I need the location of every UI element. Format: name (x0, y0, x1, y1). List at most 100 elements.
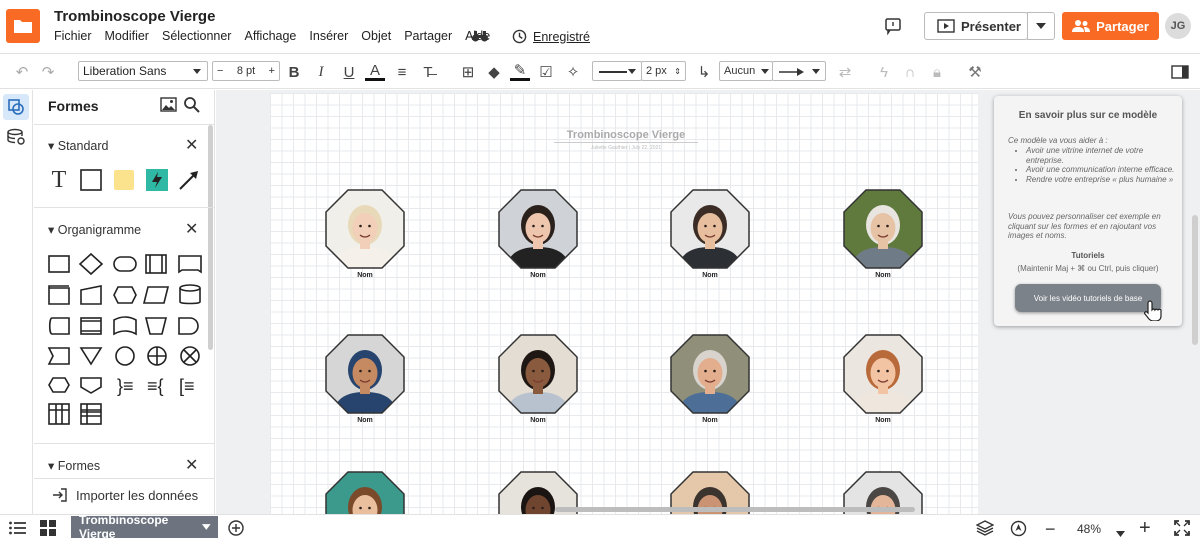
text-shape-icon[interactable]: T (48, 167, 70, 193)
person-name-label[interactable]: Nom (498, 272, 578, 279)
close-icon[interactable]: ✕ (185, 135, 198, 155)
navigation-icon[interactable] (1010, 520, 1027, 542)
redo-icon[interactable]: ↷ (38, 62, 58, 82)
canvas-scrollbar[interactable] (555, 507, 915, 512)
font-family-select[interactable]: Liberation Sans (78, 61, 208, 81)
section-standard[interactable]: ▾ Standard (48, 138, 108, 153)
person-name-label[interactable]: Nom (498, 417, 578, 424)
font-size-decrease[interactable]: − (217, 65, 223, 77)
data-tab-icon[interactable] (6, 127, 26, 152)
underline-icon[interactable]: U (339, 62, 359, 82)
person-name-label[interactable]: Nom (843, 272, 923, 279)
magnet-icon[interactable]: ∩ (900, 62, 920, 82)
menu-modifier[interactable]: Modifier (105, 29, 149, 43)
undo-icon[interactable]: ↶ (12, 62, 32, 82)
person-card[interactable]: Nom (843, 189, 923, 279)
portrait-photo[interactable] (498, 334, 578, 414)
portrait-photo[interactable] (670, 189, 750, 269)
line-start-select[interactable]: Aucun (719, 61, 773, 81)
person-name-label[interactable]: Nom (670, 417, 750, 424)
person-name-label[interactable]: Nom (325, 272, 405, 279)
zoom-value[interactable]: 48% (1077, 522, 1101, 536)
align-icon[interactable]: ≡ (392, 62, 412, 82)
panel-toggle-icon[interactable] (1170, 62, 1190, 82)
swap-icon[interactable]: ⇄ (835, 62, 855, 82)
wrench-icon[interactable]: ⚒ (965, 62, 985, 82)
grid-view-icon[interactable] (40, 520, 56, 541)
binoculars-icon[interactable] (471, 29, 489, 48)
person-card[interactable]: Nom (843, 334, 923, 424)
arrow-line-icon[interactable] (178, 169, 200, 191)
menu-fichier[interactable]: Fichier (54, 29, 92, 43)
action-shape-icon[interactable] (146, 169, 168, 191)
close-icon[interactable]: ✕ (185, 219, 198, 239)
flowchart-shape-grid[interactable]: }≡ ≡{ [≡ (44, 252, 209, 432)
line-style-select[interactable] (592, 61, 642, 81)
document-title[interactable]: Trombinoscope Vierge (54, 8, 215, 25)
menu-affichage[interactable]: Affichage (244, 29, 296, 43)
lock-icon[interactable]: 🔒︎ (927, 62, 947, 82)
person-card[interactable]: Nom (325, 471, 405, 514)
line-end-select[interactable] (772, 61, 826, 81)
zoom-in-button[interactable]: + (1139, 517, 1151, 540)
person-name-label[interactable]: Nom (670, 272, 750, 279)
text-color-icon[interactable]: A (365, 62, 385, 81)
chevron-down-icon[interactable] (202, 524, 211, 530)
layers-icon[interactable] (975, 520, 995, 541)
section-formes[interactable]: ▾ Formes (48, 458, 100, 473)
portrait-photo[interactable] (325, 334, 405, 414)
connector-icon[interactable]: ↳ (694, 62, 714, 82)
document-page[interactable]: Trombinoscope Vierge Juliette Gauthier |… (270, 93, 978, 514)
right-scrollbar[interactable] (1192, 215, 1198, 345)
menu-inserer[interactable]: Insérer (309, 29, 348, 43)
portrait-photo[interactable] (670, 334, 750, 414)
section-organigramme[interactable]: ▾ Organigramme (48, 222, 141, 237)
zoom-out-button[interactable]: − (1045, 519, 1056, 540)
portrait-photo[interactable] (325, 189, 405, 269)
stepper-arrows-icon[interactable]: ⇕ (674, 67, 681, 76)
bold-icon[interactable]: B (284, 62, 304, 82)
fullscreen-icon[interactable] (1174, 520, 1190, 541)
video-tutorials-button[interactable]: Voir les vidéo tutoriels de base (1015, 284, 1161, 312)
image-icon[interactable] (160, 97, 177, 117)
portrait-photo[interactable] (843, 189, 923, 269)
font-size-increase[interactable]: + (269, 65, 275, 77)
font-size-stepper[interactable]: − 8 pt + (212, 61, 280, 81)
person-name-label[interactable]: Nom (325, 417, 405, 424)
person-card[interactable]: Nom (670, 189, 750, 279)
portrait-photo[interactable] (843, 334, 923, 414)
fill-color-icon[interactable]: ◆ (484, 62, 504, 82)
text-options-icon[interactable]: T̶ (418, 62, 438, 82)
present-dropdown[interactable] (1027, 12, 1055, 40)
format-icon[interactable]: ☑ (536, 62, 556, 82)
portrait-photo[interactable] (325, 471, 405, 514)
magic-wand-icon[interactable]: ✧ (563, 62, 583, 82)
rectangle-shape-icon[interactable] (80, 169, 102, 191)
table-icon[interactable]: ⊞ (458, 62, 478, 82)
close-icon[interactable]: ✕ (185, 455, 198, 475)
list-view-icon[interactable] (9, 520, 27, 541)
sticky-note-icon[interactable] (113, 169, 135, 191)
person-card[interactable]: Nom (325, 189, 405, 279)
shapes-tab-icon[interactable] (3, 94, 29, 120)
folder-icon[interactable] (6, 9, 40, 43)
zoom-dropdown[interactable] (1116, 524, 1125, 542)
import-data-button[interactable]: Importer les données (52, 487, 198, 503)
add-page-icon[interactable] (228, 520, 244, 541)
portrait-photo[interactable] (498, 189, 578, 269)
page-tab[interactable]: Trombinoscope Vierge (71, 513, 218, 541)
person-card[interactable]: Nom (498, 334, 578, 424)
search-icon[interactable] (183, 96, 200, 118)
person-card[interactable]: Nom (670, 334, 750, 424)
line-width-stepper[interactable]: 2 px ⇕ (641, 61, 686, 81)
avatar[interactable]: JG (1165, 13, 1191, 39)
menu-partager[interactable]: Partager (404, 29, 452, 43)
person-name-label[interactable]: Nom (843, 417, 923, 424)
present-button[interactable]: Présenter (924, 12, 1028, 40)
menu-objet[interactable]: Objet (361, 29, 391, 43)
menu-selectionner[interactable]: Sélectionner (162, 29, 232, 43)
person-card[interactable]: Nom (498, 189, 578, 279)
page-subheading[interactable]: Juliette Gauthier | July 22, 2021 (554, 145, 698, 151)
lightning-icon[interactable]: ϟ (874, 62, 894, 82)
person-card[interactable]: Nom (325, 334, 405, 424)
